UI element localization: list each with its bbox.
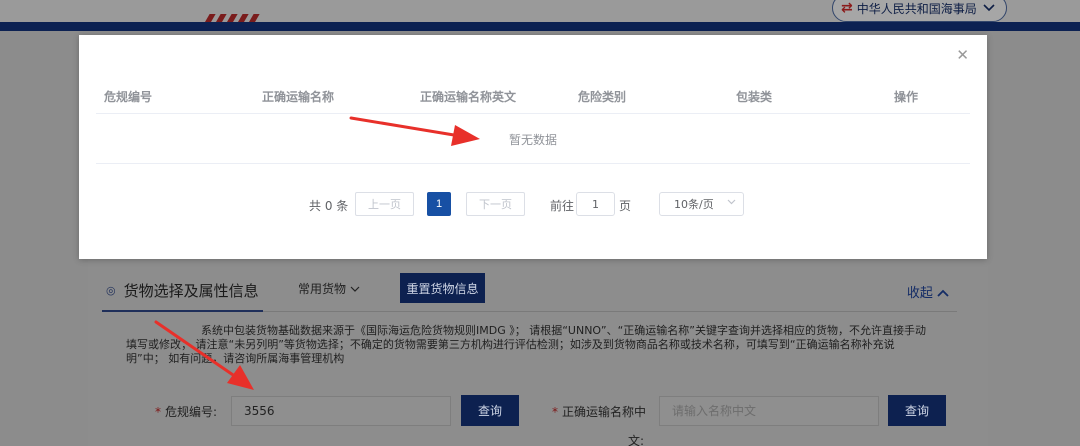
chevron-down-icon: [727, 197, 736, 208]
swap-arrows-icon: ⇄: [841, 0, 853, 16]
page-1-button[interactable]: 1: [427, 192, 451, 216]
cargo-section-header: ◎ 货物选择及属性信息 常用货物 重置货物信息 收起: [102, 270, 957, 312]
reset-cargo-button[interactable]: 重置货物信息: [400, 273, 485, 303]
col-shipping-name: 正确运输名称: [262, 90, 335, 104]
tab-cargo-selection[interactable]: ◎ 货物选择及属性信息: [102, 270, 263, 312]
next-page-button[interactable]: 下一页: [466, 192, 525, 216]
col-hazard-class: 危险类别: [578, 90, 627, 104]
results-table-header: 危规编号 正确运输名称 正确运输名称英文 危险类别 包装类 操作: [96, 80, 970, 114]
total-count: 共 0 条: [309, 199, 349, 213]
shipping-name-label: * 正确运输名称中: [552, 403, 646, 420]
un-number-label-text: 危规编号:: [165, 405, 218, 419]
required-star: *: [155, 405, 161, 419]
collapse-label: 收起: [906, 286, 933, 301]
shipping-name-label-suffix: 文:: [628, 434, 645, 446]
pagination: 共 0 条 上一页 1 下一页 前往 页 10条/页: [79, 192, 987, 218]
shipping-name-query-button[interactable]: 查询: [888, 395, 946, 426]
shipping-name-input[interactable]: [659, 396, 879, 426]
col-un-number: 危规编号: [104, 90, 153, 104]
goto-page-input[interactable]: [576, 192, 615, 216]
chevron-down-icon: [983, 1, 995, 15]
close-icon[interactable]: ✕: [956, 46, 969, 64]
search-results-dialog: ✕ 危规编号 正确运输名称 正确运输名称英文 危险类别 包装类 操作 暂无数据 …: [79, 35, 987, 259]
chevron-down-icon: [350, 282, 360, 296]
tab-cargo-selection-label: 货物选择及属性信息: [123, 281, 259, 300]
common-goods-dropdown[interactable]: 常用货物: [298, 280, 360, 297]
shipping-name-label-text: 正确运输名称中: [562, 405, 647, 419]
page-size-value: 10条/页: [674, 198, 714, 211]
goto-label: 前往: [550, 199, 575, 213]
nav-bar: [0, 22, 1080, 31]
page-size-select[interactable]: 10条/页: [659, 192, 744, 216]
data-source-notice: 系统中包装货物基础数据来源于《国际海运危险货物规则IMDG 》； 请根据“UNN…: [126, 324, 926, 365]
col-shipping-name-en: 正确运输名称英文: [420, 90, 517, 104]
page-suffix: 页: [619, 199, 632, 213]
org-selector[interactable]: ⇄ 中华人民共和国海事局: [832, 0, 1007, 22]
un-number-label: * 危规编号:: [155, 403, 217, 420]
common-goods-label: 常用货物: [298, 282, 347, 296]
chevron-up-icon: [937, 286, 949, 301]
org-name: 中华人民共和国海事局: [856, 1, 977, 16]
empty-state: 暂无数据: [96, 115, 970, 164]
col-packing-group: 包装类: [736, 90, 773, 104]
section-bullet-icon: ◎: [106, 283, 116, 297]
prev-page-button[interactable]: 上一页: [355, 192, 414, 216]
collapse-toggle[interactable]: 收起: [907, 282, 949, 301]
col-actions: 操作: [894, 90, 919, 104]
un-number-input[interactable]: [231, 396, 451, 426]
un-query-button[interactable]: 查询: [461, 395, 519, 426]
required-star: *: [552, 405, 558, 419]
